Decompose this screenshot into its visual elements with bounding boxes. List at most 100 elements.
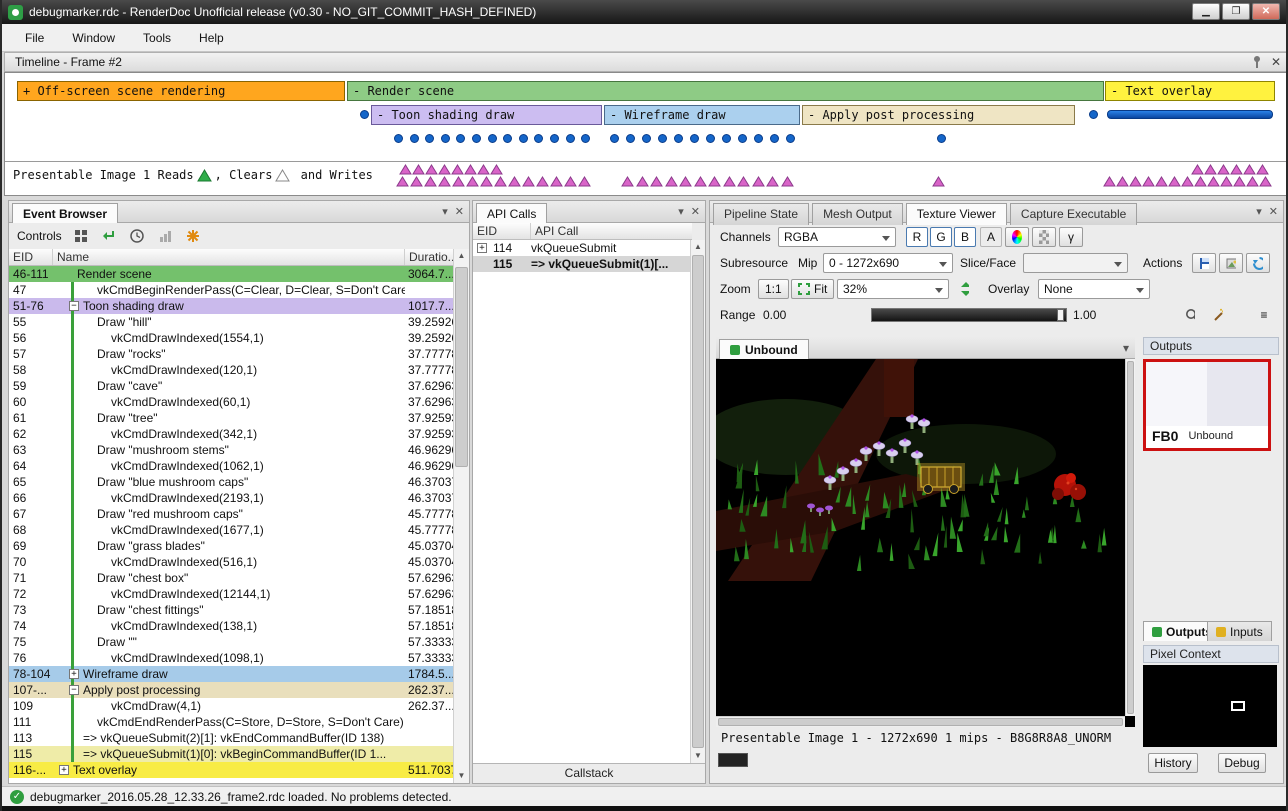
write-triangle-icon[interactable] <box>737 176 750 187</box>
callstack-section[interactable]: Callstack <box>473 763 705 783</box>
write-triangle-icon[interactable] <box>438 164 451 175</box>
write-triangle-icon[interactable] <box>396 176 409 187</box>
range-slider[interactable] <box>871 308 1067 322</box>
maximize-button[interactable]: ❐ <box>1222 3 1250 20</box>
event-row[interactable]: 56vkCmdDrawIndexed(1554,1)39.25926 <box>9 330 455 346</box>
timeline-block[interactable]: - Wireframe draw <box>604 105 800 125</box>
drawcall-dot[interactable] <box>441 134 450 143</box>
checkerboard-button[interactable] <box>1032 227 1056 247</box>
write-triangle-icon[interactable] <box>1207 176 1220 187</box>
drawcall-dot[interactable] <box>566 134 575 143</box>
event-row[interactable]: 46-111Render scene3064.7... <box>9 266 455 282</box>
chevron-down-icon[interactable]: ▾ <box>678 205 684 218</box>
close-button[interactable]: ✕ <box>1252 3 1280 20</box>
overlay-select[interactable]: None <box>1038 279 1150 299</box>
menu-item-window[interactable]: Window <box>59 26 128 50</box>
export-button[interactable] <box>1219 253 1243 273</box>
write-triangle-icon[interactable] <box>536 176 549 187</box>
event-row[interactable]: 60vkCmdDrawIndexed(60,1)37.62963 <box>9 394 455 410</box>
write-triangle-icon[interactable] <box>466 176 479 187</box>
drawcall-dot[interactable] <box>550 134 559 143</box>
write-triangle-icon[interactable] <box>1168 176 1181 187</box>
drawcall-dot[interactable] <box>658 134 667 143</box>
event-row[interactable]: 51-76−Toon shading draw1017.7... <box>9 298 455 314</box>
event-row[interactable]: 57Draw "rocks"37.77778 <box>9 346 455 362</box>
write-triangle-icon[interactable] <box>766 176 779 187</box>
minimize-button[interactable]: ▁ <box>1192 3 1220 20</box>
write-triangle-icon[interactable] <box>477 164 490 175</box>
drawcall-dot[interactable] <box>754 134 763 143</box>
timeline-block[interactable]: + Off-screen scene rendering <box>17 81 345 101</box>
write-triangle-icon[interactable] <box>665 176 678 187</box>
write-triangle-icon[interactable] <box>694 176 707 187</box>
chevron-down-icon[interactable]: ▾ <box>442 205 448 218</box>
write-triangle-icon[interactable] <box>494 176 507 187</box>
write-triangle-icon[interactable] <box>490 164 503 175</box>
tab-event-browser[interactable]: Event Browser <box>12 203 118 225</box>
browse-icon[interactable] <box>72 227 90 245</box>
drawcall-dot[interactable] <box>738 134 747 143</box>
zoom-1to1-button[interactable]: 1:1 <box>758 279 789 299</box>
autofit-button[interactable] <box>954 279 976 299</box>
drawcall-dot[interactable] <box>425 134 434 143</box>
close-icon[interactable]: ✕ <box>1269 205 1278 218</box>
write-triangle-icon[interactable] <box>412 164 425 175</box>
event-row[interactable]: 68vkCmdDrawIndexed(1677,1)45.77778 <box>9 522 455 538</box>
event-row[interactable]: 63Draw "mushroom stems"46.96296 <box>9 442 455 458</box>
drawcall-dot[interactable] <box>706 134 715 143</box>
chevron-down-icon[interactable]: ▾ <box>1256 205 1262 218</box>
mip-select[interactable]: 0 - 1272x690 <box>823 253 953 273</box>
clock-icon[interactable] <box>128 227 146 245</box>
event-browser-scrollbar[interactable]: ▲ ▼ <box>453 249 469 783</box>
history-button[interactable]: History <box>1148 753 1198 773</box>
menu-item-tools[interactable]: Tools <box>130 26 184 50</box>
event-row[interactable]: 55Draw "hill"39.25926 <box>9 314 455 330</box>
tab-pipeline-state[interactable]: Pipeline State <box>713 203 809 225</box>
event-row[interactable]: 69Draw "grass blades"45.03704 <box>9 538 455 554</box>
event-row[interactable]: 107-...−Apply post processing262.37... <box>9 682 455 698</box>
write-triangle-icon[interactable] <box>480 176 493 187</box>
drawcall-dot[interactable] <box>937 134 946 143</box>
event-row[interactable]: 78-104+Wireframe draw1784.5... <box>9 666 455 682</box>
drawcall-dot[interactable] <box>770 134 779 143</box>
timeline-block[interactable]: - Text overlay <box>1105 81 1275 101</box>
event-row[interactable]: 62vkCmdDrawIndexed(342,1)37.92593 <box>9 426 455 442</box>
write-triangle-icon[interactable] <box>1191 164 1204 175</box>
slice-face-select[interactable] <box>1023 253 1128 273</box>
write-triangle-icon[interactable] <box>451 164 464 175</box>
write-triangle-icon[interactable] <box>1217 164 1230 175</box>
write-triangle-icon[interactable] <box>1256 164 1269 175</box>
expander-icon[interactable]: + <box>477 243 487 253</box>
close-icon[interactable]: ✕ <box>691 205 700 218</box>
write-triangle-icon[interactable] <box>464 164 477 175</box>
write-triangle-icon[interactable] <box>1233 176 1246 187</box>
event-row[interactable]: 113=> vkQueueSubmit(2)[1]: vkEndCommandB… <box>9 730 455 746</box>
write-triangle-icon[interactable] <box>1204 164 1217 175</box>
drawcall-dot[interactable] <box>394 134 403 143</box>
fb0-thumbnail[interactable]: FB0 Unbound <box>1143 359 1271 451</box>
timeline-block[interactable]: - Render scene <box>347 81 1104 101</box>
drawcall-dot[interactable] <box>674 134 683 143</box>
drawcall-dot[interactable] <box>1089 110 1098 119</box>
drawcall-dot[interactable] <box>519 134 528 143</box>
write-triangle-icon[interactable] <box>438 176 451 187</box>
drawcall-dot[interactable] <box>642 134 651 143</box>
drawcall-dot[interactable] <box>472 134 481 143</box>
write-triangle-icon[interactable] <box>1243 164 1256 175</box>
write-triangle-icon[interactable] <box>621 176 634 187</box>
write-triangle-icon[interactable] <box>410 176 423 187</box>
expander-icon[interactable]: + <box>69 669 79 679</box>
channel-r-button[interactable]: R <box>906 227 928 247</box>
autorange-button[interactable] <box>1206 305 1230 325</box>
drawcall-dot[interactable] <box>488 134 497 143</box>
write-triangle-icon[interactable] <box>650 176 663 187</box>
write-triangle-icon[interactable] <box>1116 176 1129 187</box>
event-row[interactable]: 59Draw "cave"37.62963 <box>9 378 455 394</box>
viewport-hscrollbar[interactable] <box>716 716 1125 727</box>
scroll-down-icon[interactable]: ▼ <box>454 769 469 783</box>
event-row[interactable]: 115=> vkQueueSubmit(1)[0]: vkBeginComman… <box>9 746 455 762</box>
channels-select[interactable]: RGBA <box>778 227 896 247</box>
gamma-button[interactable]: γ <box>1059 227 1083 247</box>
write-triangle-icon[interactable] <box>1246 176 1259 187</box>
tab-inputs[interactable]: Inputs <box>1207 621 1272 641</box>
